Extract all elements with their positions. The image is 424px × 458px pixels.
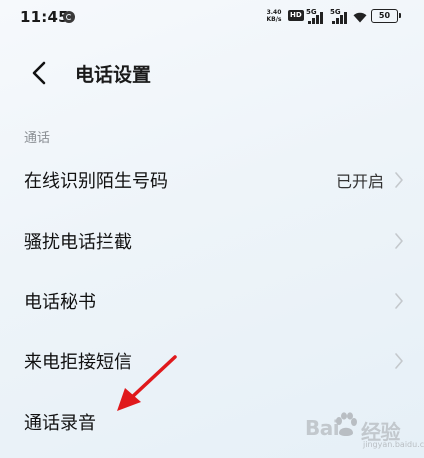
- signal-icon: 5G: [306, 9, 326, 24]
- network-speed: 3.40 KB/s: [264, 9, 284, 23]
- chevron-right-icon: [395, 172, 403, 188]
- hd-badge: HD: [288, 10, 304, 21]
- settings-row-reject-sms[interactable]: 来电拒接短信: [0, 331, 424, 391]
- network-speed-unit: KB/s: [266, 16, 282, 23]
- chevron-right-icon: [395, 353, 403, 369]
- watermark-url: jingyan.baidu.com: [363, 440, 424, 449]
- wifi-icon: [353, 12, 367, 23]
- row-label: 电话秘书: [24, 292, 96, 313]
- status-bar: 11:45 3.40 KB/s HD 5G 5G 50: [0, 0, 424, 36]
- watermark-logo: Bai 经验 jingyan.baidu.com: [305, 405, 424, 455]
- settings-row-call-secretary[interactable]: 电话秘书: [0, 271, 424, 331]
- row-label: 骚扰电话拦截: [24, 232, 132, 253]
- header: 电话设置: [0, 50, 424, 94]
- paw-icon: [336, 412, 357, 436]
- network-speed-value: 3.40: [266, 9, 282, 16]
- chevron-right-icon: [395, 233, 403, 249]
- settings-row-unknown-number[interactable]: 在线识别陌生号码 已开启: [0, 150, 424, 210]
- row-label: 在线识别陌生号码: [24, 171, 168, 192]
- section-label: 通话: [24, 131, 51, 146]
- battery-level: 50: [378, 11, 391, 20]
- row-label: 通话录音: [24, 413, 96, 434]
- notification-icon: [63, 11, 75, 23]
- battery-icon: 50: [371, 9, 401, 23]
- status-time: 11:45: [20, 8, 69, 26]
- annotation-arrow-icon: [117, 355, 177, 411]
- settings-row-harassment-block[interactable]: 骚扰电话拦截: [0, 211, 424, 271]
- page-title: 电话设置: [75, 64, 152, 86]
- chevron-right-icon: [395, 293, 403, 309]
- row-value: 已开启: [335, 172, 384, 191]
- signal-icon-2: 5G: [330, 9, 350, 24]
- chevron-left-icon[interactable]: [26, 59, 54, 87]
